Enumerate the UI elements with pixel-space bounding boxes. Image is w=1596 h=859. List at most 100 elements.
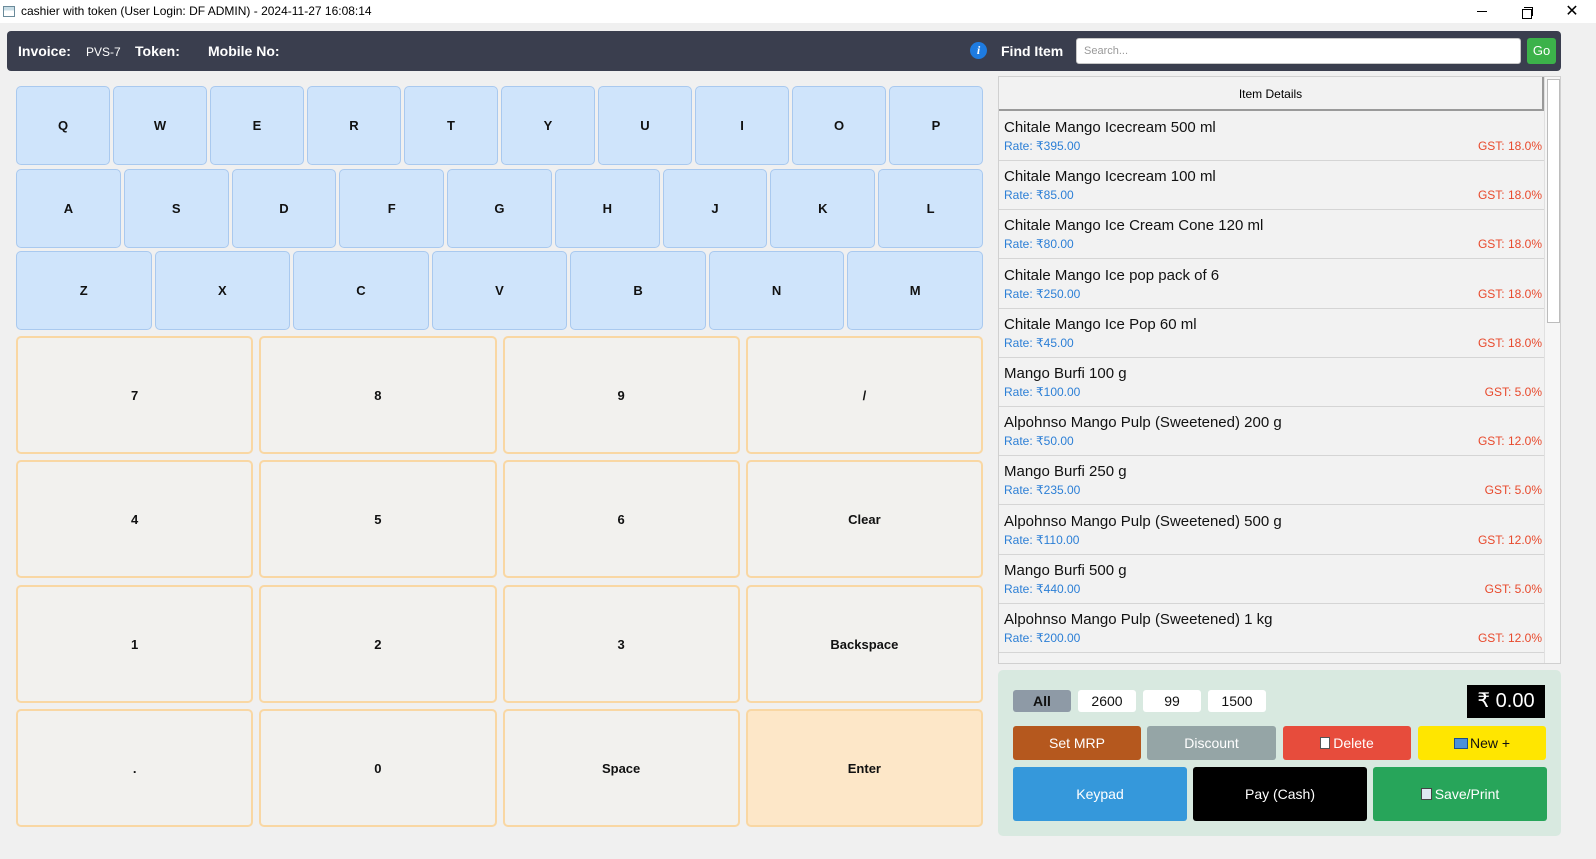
key-a[interactable]: A [16, 169, 121, 248]
key-k[interactable]: K [770, 169, 876, 248]
keypad-button[interactable]: Keypad [1013, 767, 1187, 821]
key-z[interactable]: Z [16, 251, 152, 330]
key-p[interactable]: P [889, 86, 983, 165]
item-name: Chitale Mango Icecream 500 ml [1004, 119, 1216, 136]
key-s[interactable]: S [123, 169, 229, 248]
item-row[interactable]: Alpohnso Mango Pulp (Sweetened) 500 g Rat… [999, 506, 1544, 555]
close-button[interactable]: ✕ [1550, 0, 1594, 23]
key-n[interactable]: N [708, 251, 845, 330]
item-rate: Rate: ₹100.00 [1004, 385, 1081, 399]
key-clear[interactable]: Clear [745, 460, 983, 578]
filter-chip[interactable]: 99 [1143, 690, 1201, 712]
item-row[interactable]: Chitale Mango Ice Pop 60 ml Rate: ₹45.00 G… [999, 309, 1544, 358]
item-rate: Rate: ₹235.00 [1004, 483, 1081, 498]
item-rate: Rate: ₹50.00 [1004, 434, 1074, 449]
scrollbar-thumb[interactable] [1547, 79, 1560, 323]
item-row[interactable]: Chitale Mango Icecream 100 ml Rate: ₹85.0… [999, 161, 1544, 211]
item-name: Chitale Mango Ice pop pack of 6 [1004, 266, 1220, 284]
key-q[interactable]: Q [16, 86, 110, 165]
key-9[interactable]: 9 [502, 336, 740, 454]
key-f[interactable]: F [339, 169, 445, 248]
invoice-number: PVS-7 [86, 45, 121, 59]
item-rate: Rate: ₹45.00 [1004, 335, 1074, 350]
info-icon[interactable]: i [970, 42, 987, 59]
key-2[interactable]: 2 [259, 585, 497, 703]
item-row[interactable]: Mango Burfi 100 g Rate: ₹100.00 GST: 5.0% [999, 358, 1544, 407]
delete-button[interactable]: Delete [1283, 726, 1411, 760]
save-print-button[interactable]: Save/Print [1373, 767, 1547, 821]
item-row[interactable]: Alpohnso Mango Pulp (Sweetened) 200 g Rat… [999, 407, 1544, 457]
key-o[interactable]: O [792, 86, 886, 165]
item-gst: GST: 5.0% [1484, 483, 1542, 498]
key-u[interactable]: U [598, 86, 692, 165]
set-mrp-label: Set MRP [1048, 735, 1105, 751]
key-slash[interactable]: / [745, 336, 983, 454]
minimize-button[interactable] [1460, 0, 1504, 23]
item-row[interactable]: Chitale Mango Ice pop pack of 6 Rate: ₹25… [999, 260, 1544, 309]
search-input[interactable] [1076, 38, 1521, 64]
discount-button[interactable]: Discount [1147, 726, 1276, 760]
key-g[interactable]: G [447, 169, 552, 248]
filter-chip-all[interactable]: All [1013, 690, 1071, 712]
key-1[interactable]: 1 [16, 585, 254, 703]
key-v[interactable]: V [431, 251, 568, 330]
key-c[interactable]: C [293, 251, 429, 330]
key-6[interactable]: 6 [502, 460, 740, 578]
item-row[interactable]: Mango Burfi 500 g Rate: ₹440.00 GST: 5.0% [999, 555, 1544, 604]
key-e[interactable]: E [210, 86, 304, 165]
item-gst: GST: 18.0% [1477, 335, 1542, 350]
key-backspace[interactable]: Backspace [745, 585, 983, 703]
floppy-disk-icon [1420, 788, 1432, 800]
key-4[interactable]: 4 [16, 460, 254, 578]
pay-cash-button[interactable]: Pay (Cash) [1193, 767, 1367, 821]
key-h[interactable]: H [554, 169, 660, 248]
title-bar: cashier with token (User Login: DF ADMIN… [0, 0, 1596, 23]
set-mrp-button[interactable]: Set MRP [1013, 726, 1141, 760]
item-gst: GST: 12.0% [1477, 434, 1542, 449]
key-d[interactable]: D [231, 169, 337, 248]
filter-chip[interactable]: 2600 [1078, 690, 1136, 712]
item-row[interactable]: Mango Burfi 250 g Rate: ₹235.00 GST: 5.0% [999, 456, 1544, 506]
key-y[interactable]: Y [501, 86, 595, 165]
key-r[interactable]: R [307, 86, 401, 165]
key-8[interactable]: 8 [259, 336, 497, 454]
key-b[interactable]: B [570, 251, 706, 330]
go-button[interactable]: Go [1527, 38, 1556, 64]
find-item-label: Find Item [1001, 43, 1064, 59]
pay-label: Pay (Cash) [1244, 786, 1316, 802]
item-row[interactable]: Chitale Mango Icecream 500 ml Rate: ₹395.… [999, 112, 1544, 161]
item-gst: GST: 5.0% [1484, 581, 1542, 596]
filter-chip[interactable]: 1500 [1208, 690, 1266, 712]
key-3[interactable]: 3 [502, 585, 740, 703]
item-gst: GST: 5.0% [1484, 385, 1542, 399]
minimize-icon [1477, 11, 1487, 12]
key-7[interactable]: 7 [16, 336, 254, 454]
window-title: cashier with token (User Login: DF ADMIN… [21, 4, 372, 18]
item-rate: Rate: ₹200.00 [1004, 631, 1081, 645]
key-m[interactable]: M [847, 251, 983, 330]
item-list-scrollbar[interactable] [1544, 77, 1560, 663]
invoice-header: Invoice: PVS-7 Token: Mobile No: i Find … [7, 31, 1561, 71]
item-row[interactable]: Alpohnso Mango Pulp (Sweetened) 1 kg Rate… [999, 604, 1544, 653]
item-gst: GST: 18.0% [1477, 188, 1542, 203]
item-name: Mango Burfi 250 g [1004, 463, 1127, 481]
item-row[interactable]: Chitale Mango Ice Cream Cone 120 ml Rate:… [999, 210, 1544, 260]
key-l[interactable]: L [878, 169, 983, 248]
restore-icon [1522, 6, 1533, 19]
key-j[interactable]: J [662, 169, 768, 248]
key-space[interactable]: Space [502, 709, 740, 827]
maximize-button[interactable] [1505, 0, 1549, 23]
key-dot[interactable]: . [16, 709, 254, 827]
key-w[interactable]: W [113, 86, 207, 165]
new-button[interactable]: New + [1418, 726, 1546, 760]
key-5[interactable]: 5 [259, 460, 497, 578]
key-0[interactable]: 0 [259, 709, 497, 827]
trash-icon [1320, 737, 1331, 749]
key-i[interactable]: I [695, 86, 789, 165]
key-enter[interactable]: Enter [745, 709, 983, 827]
item-details-panel: Item Details Chitale Mango Icecream 500 … [998, 76, 1561, 664]
item-rate: Rate: ₹80.00 [1004, 237, 1074, 252]
item-rate: Rate: ₹110.00 [1004, 532, 1080, 547]
key-x[interactable]: X [154, 251, 291, 330]
key-t[interactable]: T [404, 86, 498, 165]
